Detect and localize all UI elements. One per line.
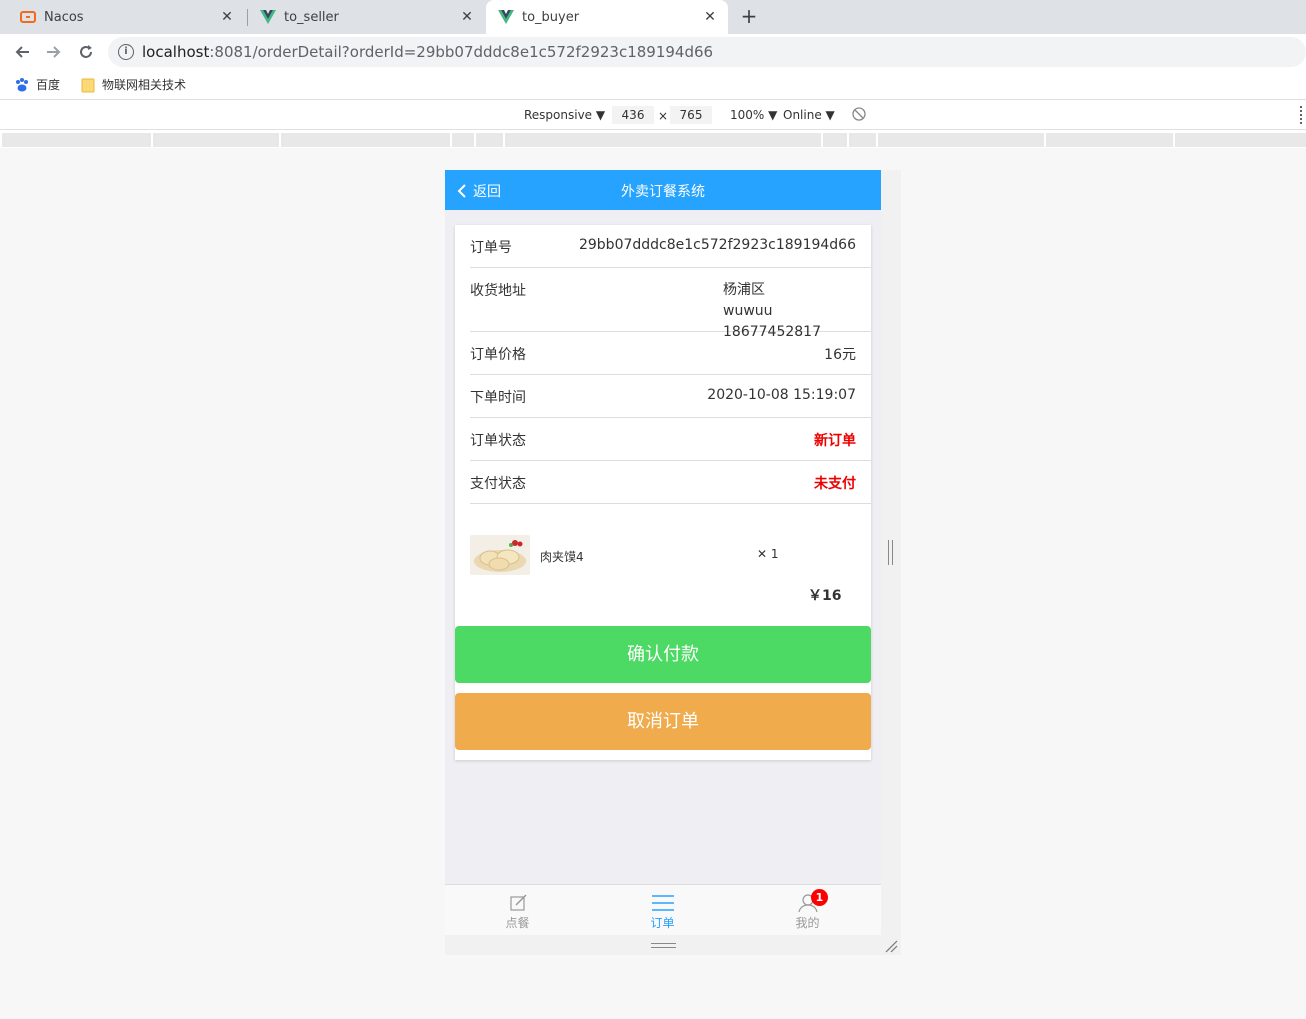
tab-orders[interactable]: 订单 [590,885,735,935]
tab-label: 我的 [795,916,820,930]
resize-corner-icon[interactable] [884,938,898,953]
food-quantity: ✕ 1 [757,547,779,561]
ruler-segment[interactable] [823,133,847,147]
new-tab-button[interactable]: + [738,5,760,27]
price-label: 订单价格 [470,347,526,363]
forward-arrow-icon[interactable] [42,40,66,64]
nacos-icon [20,9,36,25]
url-text: localhost:8081/orderDetail?orderId=29bb0… [142,43,714,61]
status-label: 订单状态 [470,433,526,449]
price-row: 订单价格 16元 [470,332,871,375]
price-value: 16元 [824,347,856,363]
bookmark-baidu[interactable]: 百度 [14,76,60,93]
time-label: 下单时间 [470,390,526,406]
reload-icon[interactable] [74,40,98,64]
bookmark-iot-folder[interactable]: 物联网相关技术 [80,76,186,93]
app-header: 返回 外卖订餐系统 [445,170,881,210]
folder-icon [80,77,96,93]
info-icon[interactable]: i [118,44,134,60]
close-icon[interactable]: ✕ [702,9,718,25]
status-row: 订单状态 新订单 [470,418,871,461]
order-id-value: 29bb07dddc8e1c572f2923c189194d66 [578,237,856,253]
order-detail-card: 订单号 29bb07dddc8e1c572f2923c189194d66 收货地… [455,225,871,760]
ruler-segment[interactable] [281,133,450,147]
pay-status-label: 支付状态 [470,476,526,492]
rotate-icon[interactable] [852,107,866,124]
pay-status-row: 支付状态 未支付 [470,461,871,504]
ruler-segment[interactable] [2,133,151,147]
bottom-tab-bar: 点餐 订单 我的 1 [445,884,881,935]
tab-title: Nacos [44,9,84,25]
device-viewport: 返回 外卖订餐系统 订单号 29bb07dddc8e1c572f2923c189… [445,170,881,935]
order-total: ￥16 [808,588,842,604]
address-row: 收货地址 杨浦区 wuwuu 18677452817 [470,268,871,340]
back-arrow-icon[interactable] [10,40,34,64]
throttle-select[interactable]: Online ▼ [783,108,835,122]
browser-toolbar: i localhost:8081/orderDetail?orderId=29b… [0,34,1306,70]
ruler-segment[interactable] [878,133,1044,147]
order-id-row: 订单号 29bb07dddc8e1c572f2923c189194d66 [470,225,871,268]
ruler-segment[interactable] [1175,133,1306,147]
more-options-icon[interactable] [1300,106,1304,124]
ruler-segment[interactable] [1046,133,1173,147]
order-item: 肉夹馍4 ✕ 1 [470,535,856,575]
resize-handle-right[interactable] [888,540,893,565]
food-image [470,535,530,575]
bookmark-label: 物联网相关技术 [102,78,187,92]
tab-label: 订单 [650,916,675,930]
ruler-segment[interactable] [849,133,876,147]
notification-badge: 1 [811,889,828,906]
vue-icon [498,9,514,25]
ruler-segment[interactable] [476,133,503,147]
tab-to-seller[interactable]: to_seller ✕ [240,0,485,34]
close-icon[interactable]: ✕ [459,9,475,25]
times-sign: × [658,109,669,123]
bookmark-label: 百度 [36,78,61,92]
tab-label: 点餐 [505,916,530,930]
vue-icon [260,9,276,25]
bookmarks-bar: 百度 物联网相关技术 [0,70,1306,100]
zoom-select[interactable]: 100% ▼ [730,108,777,122]
order-id-label: 订单号 [470,240,512,256]
baidu-paw-icon [14,77,30,93]
status-value: 新订单 [814,433,856,449]
address-bar[interactable]: i localhost:8081/orderDetail?orderId=29b… [108,37,1306,67]
page-title: 外卖订餐系统 [621,184,705,200]
food-name: 肉夹馍4 [540,550,584,564]
tab-nacos[interactable]: Nacos ✕ [0,0,245,34]
edit-icon [507,893,529,913]
device-toolbar: Responsive ▼ 436 × 765 100% ▼ Online ▼ [0,100,1306,130]
confirm-payment-button[interactable]: 确认付款 [455,626,871,683]
tab-mine[interactable]: 我的 [735,885,880,935]
width-input[interactable]: 436 [612,106,654,124]
device-select[interactable]: Responsive ▼ [524,108,605,122]
close-icon[interactable]: ✕ [219,9,235,25]
ruler-segment[interactable] [505,133,821,147]
pay-status-value: 未支付 [814,476,856,492]
tab-order-food[interactable]: 点餐 [445,885,590,935]
resize-handle-bottom[interactable] [651,943,676,948]
height-input[interactable]: 765 [670,106,712,124]
address-label: 收货地址 [470,283,526,299]
media-query-ruler [0,130,1306,148]
address-line: 杨浦区 [723,282,765,298]
ruler-segment[interactable] [452,133,474,147]
tab-title: to_buyer [522,9,580,25]
ruler-segment[interactable] [153,133,279,147]
tab-to-buyer[interactable]: to_buyer ✕ [486,0,728,34]
time-value: 2020-10-08 15:19:07 [707,387,856,403]
cancel-order-button[interactable]: 取消订单 [455,693,871,750]
tab-strip: Nacos ✕ to_seller ✕ to_buyer ✕ + [0,0,1306,34]
list-icon [652,893,674,913]
time-row: 下单时间 2020-10-08 15:19:07 [470,375,871,418]
tab-title: to_seller [284,9,339,25]
